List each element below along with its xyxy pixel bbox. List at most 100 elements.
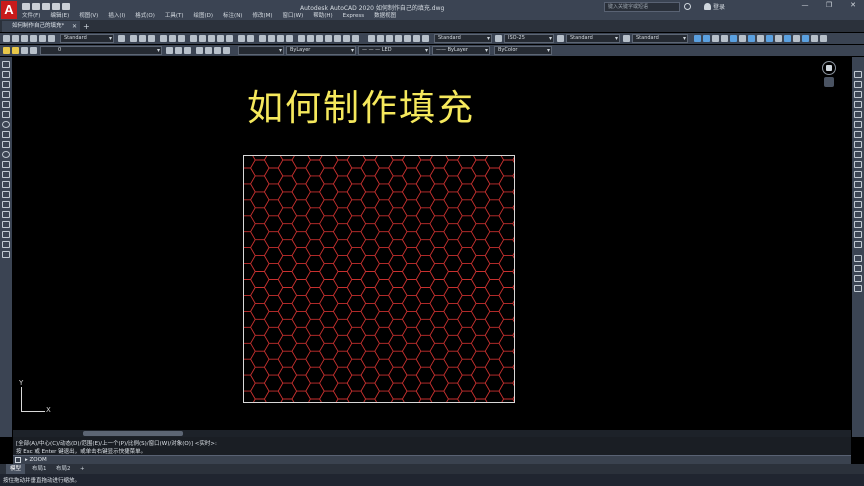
section-icon[interactable] (793, 35, 800, 42)
named-views-icon[interactable] (712, 35, 719, 42)
zoom-realtime-icon[interactable] (268, 35, 275, 42)
search-input[interactable]: 键入关键字或短语 (604, 2, 680, 12)
line-tool-icon[interactable] (2, 61, 10, 68)
calculator-icon[interactable] (343, 35, 350, 42)
minimize-button[interactable]: — (794, 0, 816, 11)
command-input[interactable]: ▸ ZOOM (25, 456, 47, 464)
multileader-style-icon[interactable] (623, 35, 630, 42)
dim-jogged-icon[interactable] (413, 35, 420, 42)
extend-icon[interactable] (854, 171, 862, 178)
user-icon[interactable] (704, 3, 711, 10)
solid-editing-icon[interactable] (802, 35, 809, 42)
menu-edit[interactable]: 编辑(E) (50, 12, 69, 20)
text-style-icon[interactable] (118, 35, 125, 42)
search-icon[interactable] (684, 3, 691, 10)
explode-icon[interactable] (854, 241, 862, 248)
plot-style-select[interactable]: ByColor (494, 46, 552, 55)
layer-isolate-icon[interactable] (205, 47, 212, 54)
dim-ordinate-icon[interactable] (395, 35, 402, 42)
viewport-icon[interactable] (703, 35, 710, 42)
menu-draw[interactable]: 绘图(D) (194, 12, 214, 20)
gradient-icon[interactable] (2, 211, 10, 218)
layer-select[interactable]: 0 (40, 46, 162, 55)
zoom-window-icon[interactable] (277, 35, 284, 42)
dim-toolbar-continue-icon[interactable] (854, 285, 862, 292)
chamfer-icon[interactable] (854, 211, 862, 218)
save-toolbar-icon[interactable] (148, 35, 155, 42)
workspace-icon[interactable] (694, 35, 701, 42)
zoom-previous-icon[interactable] (286, 35, 293, 42)
trim-icon[interactable] (854, 161, 862, 168)
ucs-icon[interactable] (3, 35, 10, 42)
table-style-select[interactable]: Standard (566, 34, 620, 43)
ucs-previous-icon[interactable] (21, 35, 28, 42)
plot-icon[interactable] (160, 35, 167, 42)
dim-toolbar-baseline-icon[interactable] (854, 275, 862, 282)
menu-tools[interactable]: 工具(T) (165, 12, 184, 20)
add-layout-button[interactable]: + (76, 464, 89, 474)
new-icon[interactable] (130, 35, 137, 42)
menu-insert[interactable]: 插入(I) (108, 12, 125, 20)
lights-icon[interactable] (748, 35, 755, 42)
horizontal-scrollbar[interactable] (13, 430, 851, 437)
ucs-face-icon[interactable] (30, 35, 37, 42)
ucs-world-icon[interactable] (12, 35, 19, 42)
move-icon[interactable] (854, 121, 862, 128)
color-select[interactable]: ByLayer (286, 46, 356, 55)
linetype-select[interactable]: — — — LED (358, 46, 430, 55)
redo-icon[interactable] (247, 35, 254, 42)
menu-modify[interactable]: 修改(M) (252, 12, 272, 20)
layer-freeze-icon[interactable] (21, 47, 28, 54)
menu-view[interactable]: 视图(V) (79, 12, 98, 20)
layer-lock-icon[interactable] (30, 47, 37, 54)
save-as-icon[interactable] (52, 3, 60, 10)
command-line-icon[interactable] (15, 457, 21, 463)
stretch-icon[interactable] (854, 151, 862, 158)
layer-on-icon[interactable] (12, 47, 19, 54)
table-style-icon[interactable] (557, 35, 564, 42)
dim-toolbar-aligned-icon[interactable] (854, 265, 862, 272)
add-selected-icon[interactable] (2, 251, 10, 258)
construction-line-icon[interactable] (2, 71, 10, 78)
materials-icon[interactable] (757, 35, 764, 42)
visual-style-icon[interactable] (730, 35, 737, 42)
multiline-text-icon[interactable] (2, 241, 10, 248)
fillet-icon[interactable] (854, 221, 862, 228)
lineweight-select[interactable]: —— ByLayer (432, 46, 490, 55)
tab-layout2[interactable]: 布局2 (52, 464, 75, 474)
menu-data-view[interactable]: 数据视图 (374, 12, 396, 20)
open-file-icon[interactable] (32, 3, 40, 10)
arc-icon[interactable] (2, 111, 10, 118)
orbit-icon[interactable] (766, 35, 773, 42)
break-at-point-icon[interactable] (854, 181, 862, 188)
viewcube-icon[interactable] (822, 61, 836, 75)
cut-icon[interactable] (190, 35, 197, 42)
command-line[interactable]: ▸ ZOOM (13, 455, 851, 464)
new-file-icon[interactable] (22, 3, 30, 10)
drawing-canvas[interactable]: 如何制作填充 Y X (13, 57, 851, 430)
tool-palettes-icon[interactable] (316, 35, 323, 42)
close-window-button[interactable]: ✕ (842, 0, 864, 11)
tab-layout1[interactable]: 布局1 (28, 464, 51, 474)
pan-icon[interactable] (259, 35, 266, 42)
publish-icon[interactable] (178, 35, 185, 42)
scrollbar-thumb[interactable] (83, 431, 183, 436)
markup-icon[interactable] (334, 35, 341, 42)
dim-style-select[interactable]: ISO-25 (504, 34, 554, 43)
walk-icon[interactable] (775, 35, 782, 42)
dim-diameter-icon[interactable] (422, 35, 429, 42)
autocad-logo-icon[interactable]: A (1, 1, 17, 19)
hexagon-hatch-pattern[interactable] (244, 156, 515, 403)
insert-block-icon[interactable] (2, 171, 10, 178)
document-tab[interactable]: 如何制作自己的填充* ✕ (2, 21, 80, 32)
dim-arc-icon[interactable] (386, 35, 393, 42)
menu-window[interactable]: 窗口(W) (283, 12, 304, 20)
ellipse-arc-icon[interactable] (2, 161, 10, 168)
match-properties-icon[interactable] (217, 35, 224, 42)
navigation-bar-icon[interactable] (824, 77, 834, 87)
erase-icon[interactable] (854, 71, 862, 78)
save-icon[interactable] (42, 3, 50, 10)
break-icon[interactable] (854, 191, 862, 198)
ellipse-icon[interactable] (2, 151, 10, 158)
join-icon[interactable] (854, 201, 862, 208)
